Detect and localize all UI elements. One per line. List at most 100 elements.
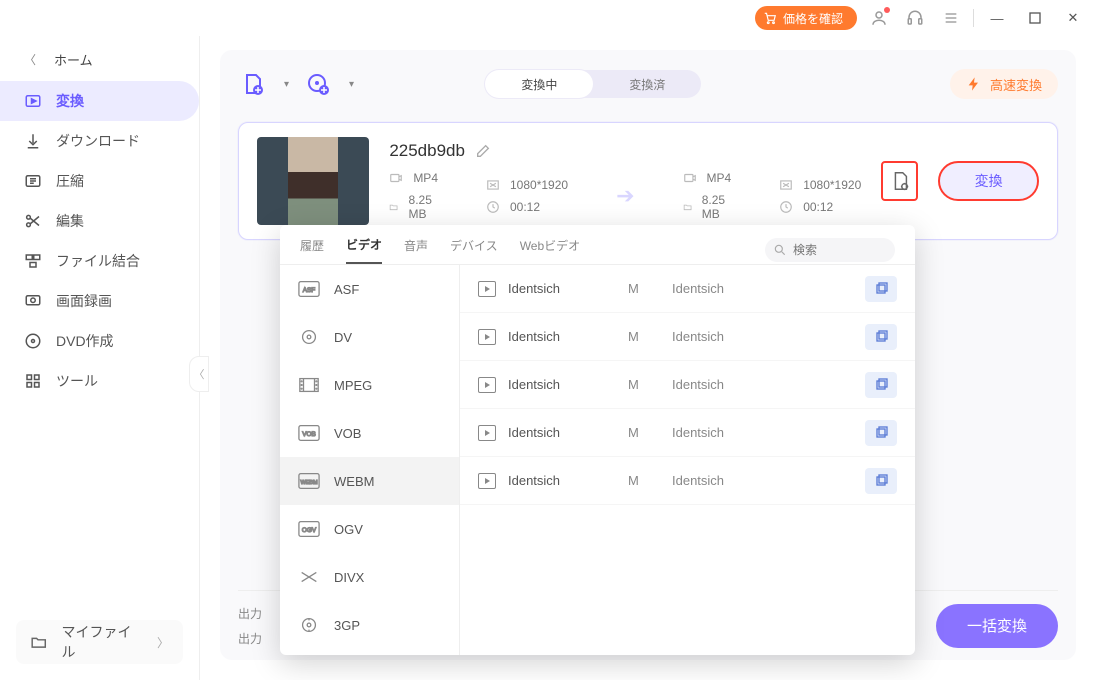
nav-record[interactable]: 画面録画 <box>0 281 199 321</box>
video-thumbnail[interactable] <box>257 137 369 225</box>
preset-settings-button[interactable] <box>865 468 897 494</box>
tab-converting[interactable]: 変換中 <box>485 70 593 98</box>
user-icon[interactable] <box>865 4 893 32</box>
file-name: 225db9db <box>389 141 465 161</box>
search-icon <box>773 243 787 257</box>
minimize-button[interactable]: — <box>982 4 1012 32</box>
preset-row[interactable]: Identsich M Identsich <box>460 265 915 313</box>
preset-settings-button[interactable] <box>865 276 897 302</box>
preset-row[interactable]: Identsich M Identsich <box>460 361 915 409</box>
format-webm[interactable]: WEBMWEBM <box>280 457 459 505</box>
nav-tools[interactable]: ツール <box>0 361 199 401</box>
check-price-button[interactable]: 価格を確認 <box>755 6 857 30</box>
rename-icon[interactable] <box>475 143 491 159</box>
nav-download[interactable]: ダウンロード <box>0 121 199 161</box>
close-button[interactable]: ✕ <box>1058 4 1088 32</box>
nav-merge[interactable]: ファイル結合 <box>0 241 199 281</box>
format-icon <box>298 568 320 586</box>
format-vob[interactable]: VOBVOB <box>280 409 459 457</box>
maximize-button[interactable] <box>1020 4 1050 32</box>
nav-dvd[interactable]: DVD作成 <box>0 321 199 361</box>
popup-tabs: 履歴 ビデオ 音声 デバイス Webビデオ <box>280 225 915 265</box>
add-file-button[interactable] <box>238 69 268 99</box>
popup-tab-device[interactable]: デバイス <box>450 237 498 263</box>
nav-compress[interactable]: 圧縮 <box>0 161 199 201</box>
convert-icon <box>24 92 42 110</box>
nav-edit[interactable]: 編集 <box>0 201 199 241</box>
svg-text:VOB: VOB <box>302 431 316 438</box>
dest-meta: MP4 8.25 MB <box>683 171 732 221</box>
format-label: DV <box>334 330 352 345</box>
menu-icon[interactable] <box>937 4 965 32</box>
arrow-right-icon: ➔ <box>616 183 634 209</box>
resolution-icon <box>779 178 793 192</box>
fast-convert-button[interactable]: 高速変換 <box>950 69 1058 99</box>
dst-res: 1080*1920 <box>803 178 861 192</box>
separator <box>973 9 974 27</box>
dst-dur: 00:12 <box>803 200 833 214</box>
download-icon <box>24 132 42 150</box>
format-mpeg[interactable]: MPEG <box>280 361 459 409</box>
preset-settings-button[interactable] <box>865 324 897 350</box>
dst-size: 8.25 MB <box>702 193 731 221</box>
toolbar: ▾ ▾ 変換中 変換済 高速変換 <box>238 64 1058 104</box>
convert-button[interactable]: 変換 <box>938 161 1039 201</box>
popup-tab-video[interactable]: ビデオ <box>346 236 382 264</box>
nav-label: 編集 <box>56 211 84 231</box>
nav-label: DVD作成 <box>56 331 114 351</box>
headset-icon[interactable] <box>901 4 929 32</box>
grid-icon <box>24 372 42 390</box>
format-label: MPEG <box>334 378 372 393</box>
play-icon <box>478 329 496 345</box>
nav-label: ツール <box>56 371 98 391</box>
preset-row[interactable]: Identsich M Identsich <box>460 313 915 361</box>
chevron-down-icon[interactable]: ▾ <box>349 79 354 90</box>
popup-tab-history[interactable]: 履歴 <box>300 237 324 263</box>
chevron-left-icon: 〈 <box>24 51 36 68</box>
add-disc-button[interactable] <box>303 69 333 99</box>
copy-icon <box>873 473 889 489</box>
home-label: ホーム <box>54 50 93 69</box>
clock-icon <box>779 200 793 214</box>
format-label: DIVX <box>334 570 364 585</box>
preset-name: Identsich <box>508 329 560 344</box>
folder-icon <box>389 200 398 214</box>
preset-row[interactable]: Identsich M Identsich <box>460 409 915 457</box>
tab-converted[interactable]: 変換済 <box>593 70 701 98</box>
format-ogv[interactable]: OGVOGV <box>280 505 459 553</box>
nav-label: 画面録画 <box>56 291 112 311</box>
output-label-2: 出力 <box>238 630 262 647</box>
format-dv[interactable]: DV <box>280 313 459 361</box>
status-tabs: 変換中 変換済 <box>485 70 701 98</box>
popup-tab-webvideo[interactable]: Webビデオ <box>520 237 580 263</box>
fast-convert-label: 高速変換 <box>990 75 1042 94</box>
nav-convert[interactable]: 変換 <box>0 81 199 121</box>
resolution-icon <box>486 178 500 192</box>
myfiles-button[interactable]: マイファイル 〉 <box>16 620 183 664</box>
chevron-right-icon: 〉 <box>157 634 169 651</box>
sidebar-collapse-handle[interactable]: 〈 <box>189 356 209 392</box>
popup-tab-audio[interactable]: 音声 <box>404 237 428 263</box>
scissors-icon <box>24 212 42 230</box>
copy-icon <box>873 377 889 393</box>
home-link[interactable]: 〈 ホーム <box>0 42 199 77</box>
preset-rows: Identsich M Identsich Identsich M Idents… <box>460 265 915 655</box>
format-popup: 履歴 ビデオ 音声 デバイス Webビデオ ASFASF DV MPEG VOB… <box>280 225 915 655</box>
format-list[interactable]: ASFASF DV MPEG VOBVOB WEBMWEBM OGVOGV DI… <box>280 265 460 655</box>
format-divx[interactable]: DIVX <box>280 553 459 601</box>
chevron-down-icon[interactable]: ▾ <box>284 79 289 90</box>
file-settings-button[interactable] <box>881 161 918 201</box>
batch-convert-button[interactable]: 一括変換 <box>936 604 1058 648</box>
preset-settings-button[interactable] <box>865 420 897 446</box>
format-3gp[interactable]: 3GP <box>280 601 459 649</box>
format-icon <box>298 328 320 346</box>
format-asf[interactable]: ASFASF <box>280 265 459 313</box>
format-label: ASF <box>334 282 359 297</box>
video-icon <box>389 171 403 185</box>
preset-mid: M <box>628 377 652 392</box>
preset-name: Identsich <box>508 377 560 392</box>
preset-settings-button[interactable] <box>865 372 897 398</box>
preset-mid: M <box>628 473 652 488</box>
preset-row[interactable]: Identsich M Identsich <box>460 457 915 505</box>
preset-name: Identsich <box>508 281 560 296</box>
